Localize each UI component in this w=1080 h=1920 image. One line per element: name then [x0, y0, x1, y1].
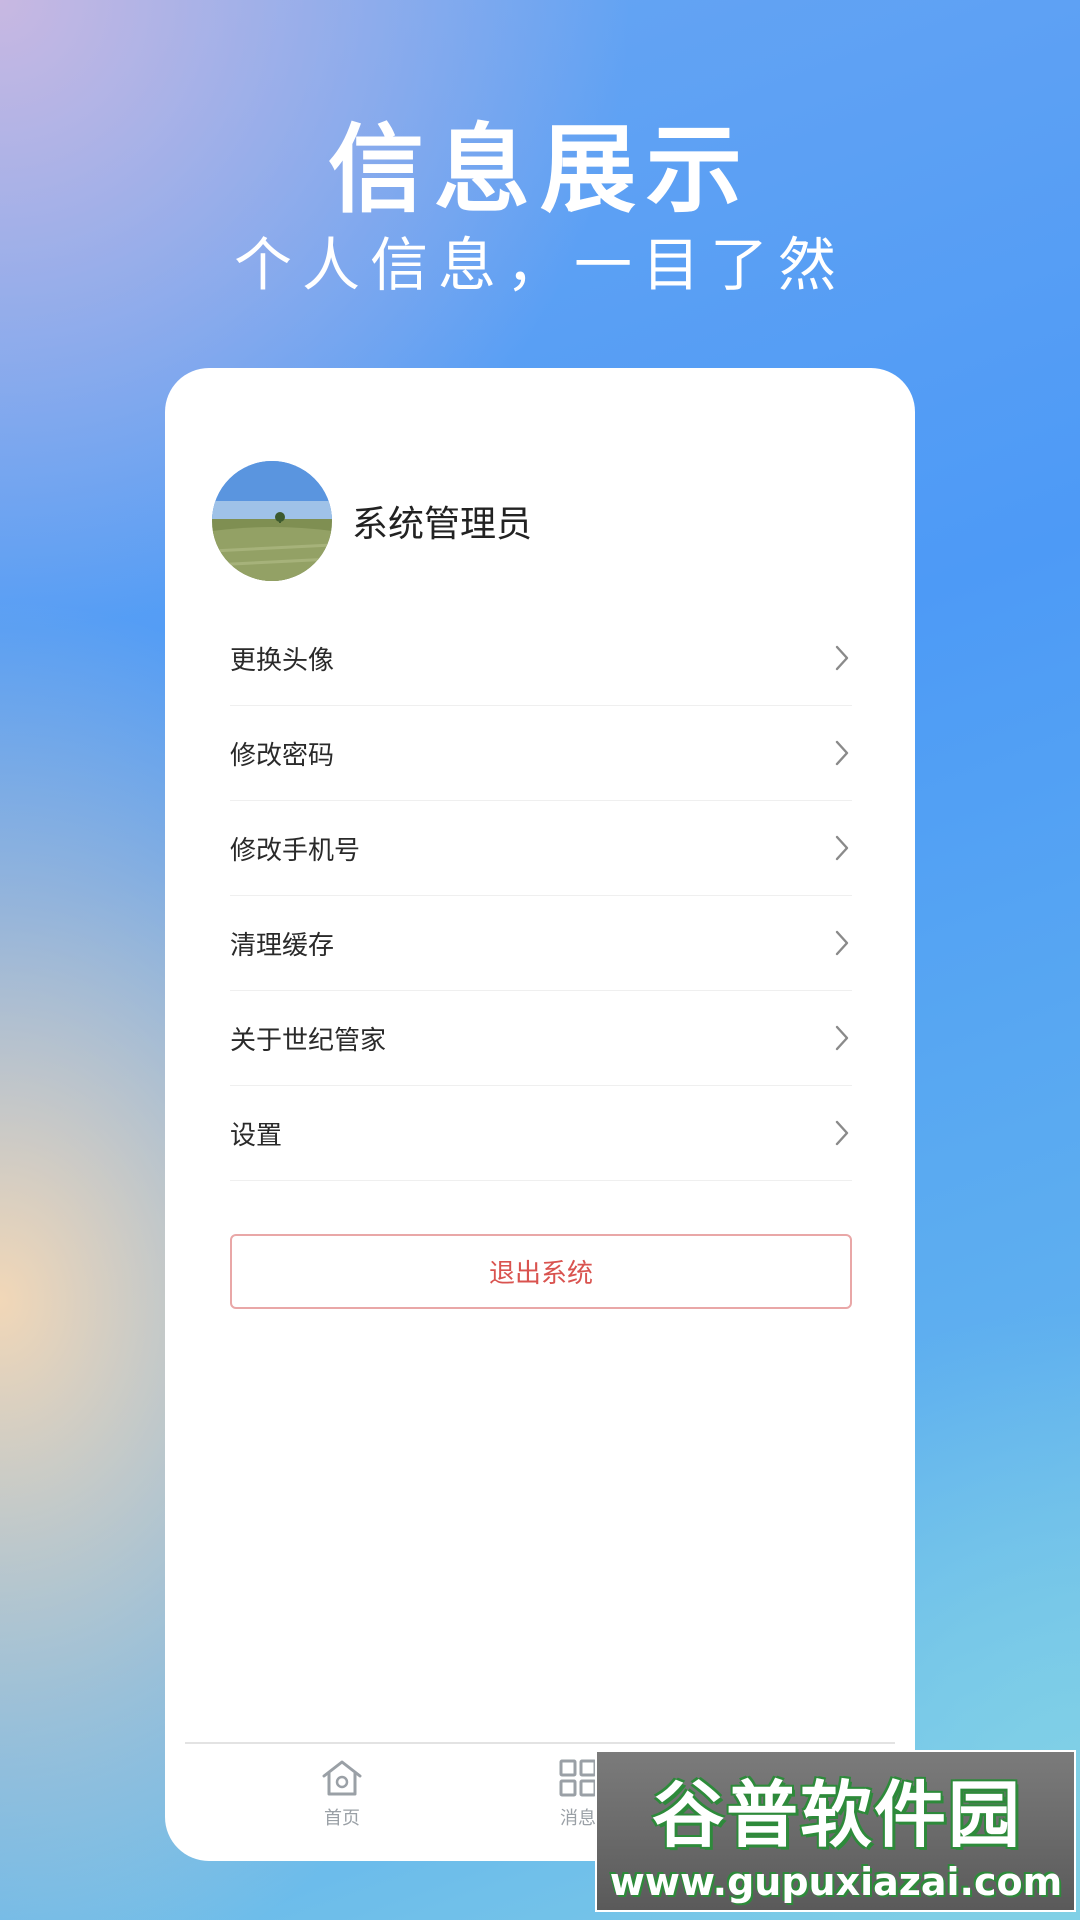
- menu-item-label: 清理缓存: [230, 930, 335, 961]
- profile-header: 系统管理员: [212, 461, 532, 581]
- chevron-right-icon: [835, 930, 849, 956]
- avatar[interactable]: [212, 461, 332, 581]
- grid-icon: [559, 1759, 597, 1797]
- watermark-logo: 谷普软件园 www.gupuxiazai.com: [595, 1750, 1076, 1912]
- menu-item-about[interactable]: 关于世纪管家: [230, 991, 852, 1086]
- chevron-right-icon: [835, 1120, 849, 1146]
- chevron-right-icon: [835, 740, 849, 766]
- field-photo-icon: [212, 461, 332, 581]
- chevron-right-icon: [835, 1025, 849, 1051]
- menu-item-label: 更换头像: [230, 645, 335, 676]
- menu-item-settings[interactable]: 设置: [230, 1086, 852, 1181]
- chevron-right-icon: [835, 645, 849, 671]
- menu-item-label: 修改手机号: [230, 835, 361, 866]
- logout-button[interactable]: 退出系统: [230, 1234, 852, 1309]
- menu-item-change-avatar[interactable]: 更换头像: [230, 611, 852, 706]
- watermark-brand: 谷普软件园: [651, 1773, 1022, 1857]
- tab-label: 消息: [560, 1808, 596, 1829]
- hero-title: 信息展示: [328, 114, 752, 226]
- settings-menu: 更换头像 修改密码 修改手机号 清理缓存 关于世纪管家 设置: [230, 611, 852, 1181]
- tab-home[interactable]: 首页: [282, 1758, 402, 1830]
- chevron-right-icon: [835, 835, 849, 861]
- menu-item-change-password[interactable]: 修改密码: [230, 706, 852, 801]
- menu-item-change-phone[interactable]: 修改手机号: [230, 801, 852, 896]
- menu-item-label: 关于世纪管家: [230, 1025, 387, 1056]
- watermark-url: www.gupuxiazai.com: [609, 1860, 1063, 1904]
- home-icon: [322, 1760, 362, 1796]
- hero-subtitle: 个人信息，一目了然: [233, 231, 846, 299]
- username: 系统管理员: [352, 504, 533, 545]
- phone-screen: 系统管理员 更换头像 修改密码 修改手机号 清理缓存 关于世纪管家 设置 退出系…: [165, 368, 915, 1861]
- menu-item-label: 设置: [230, 1120, 283, 1151]
- tab-label: 首页: [324, 1808, 360, 1829]
- menu-item-label: 修改密码: [230, 740, 335, 771]
- menu-item-clear-cache[interactable]: 清理缓存: [230, 896, 852, 991]
